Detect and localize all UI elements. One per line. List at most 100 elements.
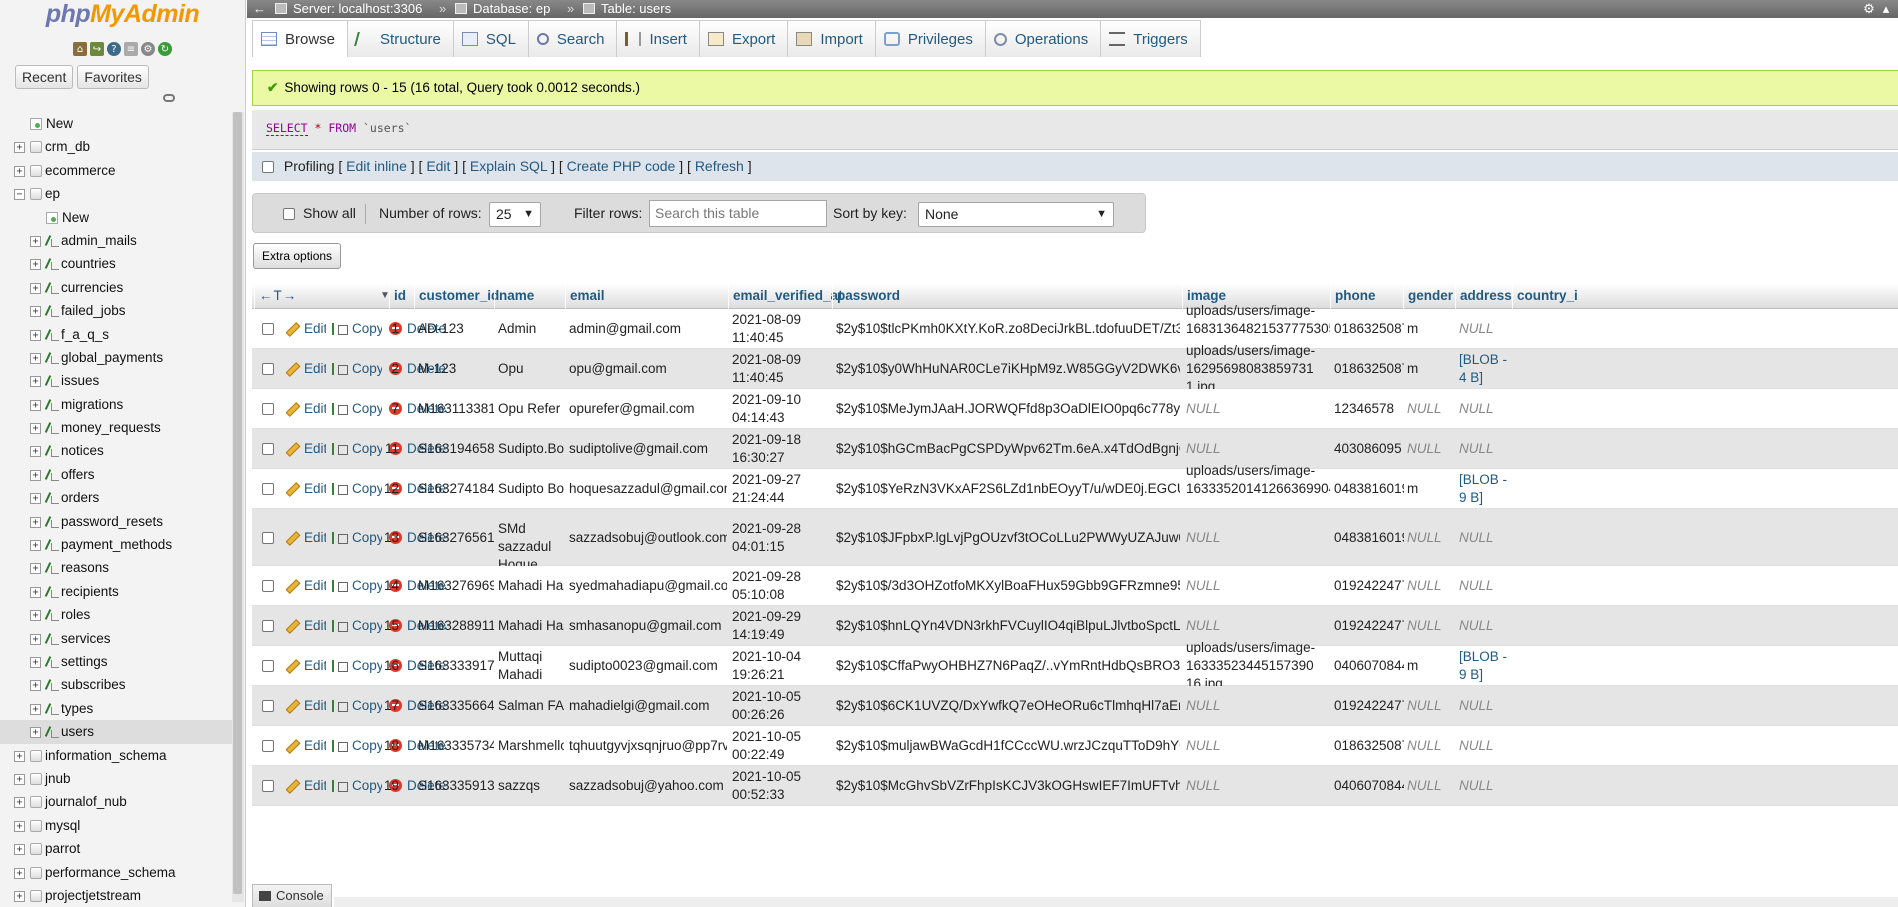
- column-header-name[interactable]: name: [494, 283, 565, 309]
- row-select[interactable]: [262, 480, 278, 498]
- tab-sql[interactable]: SQL: [452, 20, 529, 57]
- tree-item-label[interactable]: crm_db: [45, 135, 90, 158]
- table-structure-icon[interactable]: [46, 539, 59, 552]
- expand-icon[interactable]: +: [14, 165, 25, 177]
- tab-import[interactable]: Import: [787, 20, 876, 57]
- new-icon[interactable]: [46, 211, 58, 224]
- tree-item-label[interactable]: mysql: [45, 814, 80, 837]
- tree-item[interactable]: + offers: [0, 463, 232, 486]
- tree-item[interactable]: + failed_jobs: [0, 299, 232, 322]
- table-structure-icon[interactable]: [46, 703, 59, 715]
- copy-row-link[interactable]: Copy: [332, 320, 382, 338]
- tree-item[interactable]: + payment_methods: [0, 533, 232, 556]
- column-header-gender[interactable]: gender: [1403, 283, 1455, 309]
- console-button[interactable]: Console: [252, 884, 332, 907]
- row-select[interactable]: [262, 657, 278, 675]
- favorites-button[interactable]: Favorites: [77, 65, 149, 89]
- recent-button[interactable]: Recent: [15, 65, 74, 89]
- breadcrumb-database[interactable]: Database: ep: [455, 0, 550, 18]
- expand-icon[interactable]: +: [30, 423, 41, 435]
- tab-search[interactable]: Search: [527, 20, 618, 57]
- tree-item-label[interactable]: services: [61, 627, 111, 650]
- sort-by-key-select[interactable]: None ▼: [918, 202, 1114, 227]
- tree-item-label[interactable]: users: [61, 720, 94, 743]
- tree-item[interactable]: + parrot: [0, 837, 232, 860]
- table-structure-icon[interactable]: [46, 422, 59, 435]
- database-icon[interactable]: [30, 164, 42, 177]
- row-select[interactable]: [262, 440, 278, 458]
- expand-icon[interactable]: +: [30, 352, 41, 364]
- edit-row-link[interactable]: Edit: [286, 617, 326, 635]
- expand-icon[interactable]: +: [14, 142, 25, 154]
- tree-item-label[interactable]: offers: [61, 463, 95, 486]
- table-structure-icon[interactable]: [46, 656, 59, 668]
- extra-options-button[interactable]: Extra options: [253, 243, 342, 269]
- tree-item[interactable]: + recipients: [0, 580, 232, 603]
- tab-privileges[interactable]: Privileges: [874, 20, 986, 57]
- profiling-checkbox[interactable]: [262, 161, 274, 173]
- table-structure-icon[interactable]: [46, 445, 59, 458]
- database-icon[interactable]: [30, 141, 42, 154]
- collapse-icon[interactable]: −: [14, 189, 25, 201]
- tab-browse[interactable]: Browse: [252, 20, 349, 57]
- tree-item[interactable]: + jnub: [0, 767, 232, 790]
- tree-item[interactable]: + admin_mails: [0, 229, 232, 252]
- edit-inline-link[interactable]: Edit inline: [346, 158, 407, 174]
- table-structure-icon[interactable]: [46, 609, 59, 622]
- tree-item[interactable]: + f_a_q_s: [0, 323, 232, 346]
- gear-icon[interactable]: ⚙: [1862, 0, 1876, 18]
- expand-icon[interactable]: +: [30, 516, 41, 528]
- row-checkbox[interactable]: [262, 531, 274, 544]
- tree-item[interactable]: New: [0, 112, 232, 135]
- tree-item-label[interactable]: reasons: [61, 556, 109, 579]
- row-select[interactable]: [262, 577, 278, 595]
- refresh-link[interactable]: Refresh: [695, 158, 744, 174]
- tree-item[interactable]: + services: [0, 627, 232, 650]
- show-all-toggle[interactable]: Show all: [283, 194, 356, 232]
- copy-row-link[interactable]: Copy: [332, 737, 382, 755]
- database-icon[interactable]: [30, 843, 42, 856]
- expand-icon[interactable]: +: [14, 773, 25, 785]
- tree-item[interactable]: + password_resets: [0, 510, 232, 533]
- column-header-customer_id[interactable]: customer_id: [414, 283, 499, 309]
- docs-icon[interactable]: ≡: [124, 42, 138, 56]
- tree-item[interactable]: + roles: [0, 603, 232, 626]
- logout-icon[interactable]: ↪: [90, 42, 104, 56]
- table-structure-icon[interactable]: [46, 726, 59, 739]
- link-with-main-panel-icon[interactable]: [163, 94, 175, 102]
- edit-row-link[interactable]: Edit: [286, 360, 326, 378]
- edit-query-link[interactable]: Edit: [426, 158, 450, 174]
- navigation-scrollbar[interactable]: [232, 112, 244, 902]
- tree-item[interactable]: + global_payments: [0, 346, 232, 369]
- expand-icon[interactable]: +: [30, 703, 41, 715]
- expand-icon[interactable]: +: [30, 656, 41, 668]
- row-checkbox[interactable]: [262, 740, 274, 752]
- expand-icon[interactable]: +: [14, 867, 25, 879]
- tree-item[interactable]: + subscribes: [0, 673, 232, 696]
- column-header-email_verified_at[interactable]: email_verified_at: [728, 283, 843, 309]
- create-php-code-link[interactable]: Create PHP code: [567, 158, 676, 174]
- tree-item[interactable]: + performance_schema: [0, 861, 232, 884]
- copy-row-link[interactable]: Copy: [332, 400, 382, 418]
- expand-icon[interactable]: +: [30, 540, 41, 552]
- phpmyadmin-logo[interactable]: phpMyAdmin: [0, 0, 245, 30]
- tree-item-label[interactable]: types: [61, 697, 93, 720]
- tree-item[interactable]: + mysql: [0, 814, 232, 837]
- expand-icon[interactable]: +: [30, 235, 41, 247]
- breadcrumb-server[interactable]: Server: localhost:3306: [275, 0, 422, 18]
- tree-item-label[interactable]: New: [46, 112, 73, 135]
- table-structure-icon[interactable]: [46, 633, 59, 645]
- column-header-address[interactable]: address: [1455, 283, 1512, 309]
- table-structure-icon[interactable]: [46, 258, 59, 271]
- tree-item[interactable]: + reasons: [0, 556, 232, 579]
- table-structure-icon[interactable]: [46, 516, 59, 528]
- reload-icon[interactable]: ↻: [158, 42, 172, 56]
- tab-insert[interactable]: Insert: [616, 20, 700, 57]
- table-structure-icon[interactable]: [46, 492, 59, 505]
- expand-icon[interactable]: +: [30, 563, 41, 575]
- tree-item[interactable]: New: [0, 206, 232, 229]
- table-structure-icon[interactable]: [46, 399, 59, 411]
- tree-item-label[interactable]: performance_schema: [45, 861, 176, 884]
- tree-item[interactable]: + orders: [0, 486, 232, 509]
- tree-item[interactable]: + migrations: [0, 393, 232, 416]
